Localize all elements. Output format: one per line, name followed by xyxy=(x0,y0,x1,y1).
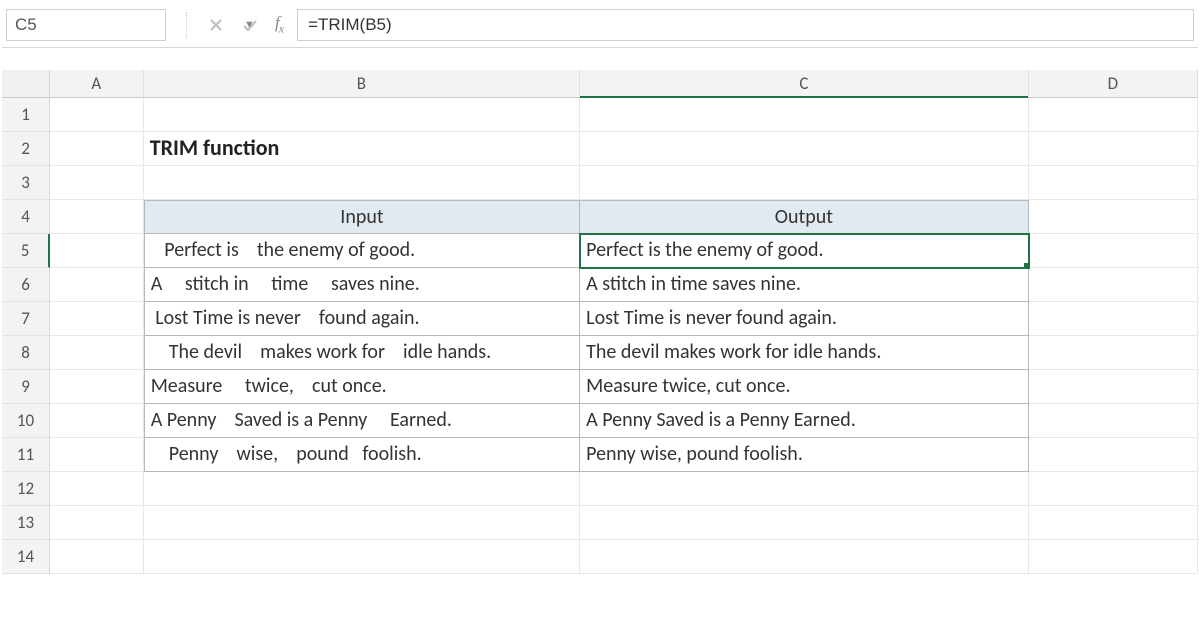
divider xyxy=(186,12,187,38)
table-cell-output[interactable]: Lost Time is never found again. xyxy=(580,302,1028,336)
cell[interactable] xyxy=(144,98,580,132)
column-header[interactable]: A xyxy=(50,70,144,98)
table-cell-input[interactable]: Measure twice, cut once. xyxy=(144,370,580,404)
cell-title[interactable]: TRIM function xyxy=(144,132,580,166)
column-header[interactable]: D xyxy=(1029,70,1198,98)
row-header-column: 1 2 3 4 5 6 7 8 9 10 11 12 13 14 xyxy=(2,70,50,574)
cell[interactable] xyxy=(144,472,580,506)
table-cell-output[interactable]: The devil makes work for idle hands. xyxy=(580,336,1028,370)
cell[interactable] xyxy=(50,438,144,472)
cell[interactable] xyxy=(1029,472,1198,506)
row-header[interactable]: 12 xyxy=(2,472,50,506)
cell[interactable] xyxy=(580,98,1028,132)
cell[interactable] xyxy=(50,132,144,166)
cell[interactable] xyxy=(50,98,144,132)
row-header[interactable]: 10 xyxy=(2,404,50,438)
cell[interactable] xyxy=(1029,268,1198,302)
spreadsheet-grid: 1 2 3 4 5 6 7 8 9 10 11 12 13 14 A B C D xyxy=(2,70,1198,574)
cell[interactable] xyxy=(1029,404,1198,438)
table-cell-output[interactable]: Measure twice, cut once. xyxy=(580,370,1028,404)
table-cell-input[interactable]: Lost Time is never found again. xyxy=(144,302,580,336)
cell[interactable] xyxy=(1029,234,1198,268)
row-header[interactable]: 13 xyxy=(2,506,50,540)
cell[interactable] xyxy=(1029,132,1198,166)
row-header[interactable]: 5 xyxy=(2,234,50,268)
cell[interactable] xyxy=(580,472,1028,506)
row-header[interactable]: 6 xyxy=(2,268,50,302)
table-header-input[interactable]: Input xyxy=(144,200,580,234)
cell[interactable] xyxy=(50,234,144,268)
cell-text: A stitch in time saves nine. xyxy=(151,268,420,300)
table-cell-output[interactable]: A stitch in time saves nine. xyxy=(580,268,1028,302)
name-box[interactable]: ▼ xyxy=(6,9,166,41)
cell[interactable] xyxy=(580,132,1028,166)
cell-text: Perfect is the enemy of good. xyxy=(151,234,416,266)
cell[interactable] xyxy=(50,302,144,336)
row-header[interactable]: 7 xyxy=(2,302,50,336)
cell[interactable] xyxy=(50,370,144,404)
cell-text: Penny wise, pound foolish. xyxy=(151,438,422,470)
cell-text: Measure twice, cut once. xyxy=(151,370,387,402)
cell[interactable] xyxy=(50,404,144,438)
row-header[interactable]: 8 xyxy=(2,336,50,370)
cell[interactable] xyxy=(1029,370,1198,404)
cell[interactable] xyxy=(50,200,144,234)
column-header[interactable]: B xyxy=(144,70,580,98)
row-header[interactable]: 9 xyxy=(2,370,50,404)
cell-text: The devil makes work for idle hands. xyxy=(151,336,491,368)
cell[interactable] xyxy=(580,506,1028,540)
row-header[interactable]: 1 xyxy=(2,98,50,132)
insert-function-icon[interactable]: fx xyxy=(275,13,283,36)
table-cell-output[interactable]: A Penny Saved is a Penny Earned. xyxy=(580,404,1028,438)
table-cell-input[interactable]: The devil makes work for idle hands. xyxy=(144,336,580,370)
cell[interactable] xyxy=(144,166,580,200)
cell[interactable] xyxy=(1029,98,1198,132)
table-cell-input[interactable]: Perfect is the enemy of good. xyxy=(144,234,580,268)
row-header[interactable]: 4 xyxy=(2,200,50,234)
cell[interactable] xyxy=(50,336,144,370)
cell[interactable] xyxy=(1029,200,1198,234)
table-cell-input[interactable]: Penny wise, pound foolish. xyxy=(144,438,580,472)
cell[interactable] xyxy=(144,540,580,574)
cell[interactable] xyxy=(144,506,580,540)
cell[interactable] xyxy=(1029,540,1198,574)
cell[interactable] xyxy=(50,540,144,574)
column-header-row: A B C D xyxy=(50,70,1198,98)
cell-text: A Penny Saved is a Penny Earned. xyxy=(151,404,452,436)
title-text: TRIM function xyxy=(150,134,280,161)
cell[interactable] xyxy=(50,472,144,506)
table-cell-output[interactable]: Penny wise, pound foolish. xyxy=(580,438,1028,472)
table-cell-input[interactable]: A Penny Saved is a Penny Earned. xyxy=(144,404,580,438)
row-header[interactable]: 11 xyxy=(2,438,50,472)
cell[interactable] xyxy=(1029,506,1198,540)
cell[interactable] xyxy=(1029,166,1198,200)
cell[interactable] xyxy=(50,268,144,302)
cell[interactable] xyxy=(1029,438,1198,472)
cell[interactable] xyxy=(1029,302,1198,336)
column-header[interactable]: C xyxy=(580,70,1028,98)
select-all-corner[interactable] xyxy=(2,70,50,98)
table-cell-input[interactable]: A stitch in time saves nine. xyxy=(144,268,580,302)
formula-bar: ▼ fx xyxy=(2,2,1198,48)
cell[interactable] xyxy=(50,506,144,540)
enter-icon[interactable] xyxy=(237,10,263,40)
cell[interactable] xyxy=(580,540,1028,574)
cancel-icon[interactable] xyxy=(203,10,229,40)
cell[interactable] xyxy=(580,166,1028,200)
table-header-output[interactable]: Output xyxy=(580,200,1028,234)
table-cell-output[interactable]: Perfect is the enemy of good. xyxy=(580,234,1028,268)
row-header[interactable]: 3 xyxy=(2,166,50,200)
cell[interactable] xyxy=(50,166,144,200)
cell[interactable] xyxy=(1029,336,1198,370)
row-header[interactable]: 2 xyxy=(2,132,50,166)
formula-input[interactable] xyxy=(297,9,1194,41)
row-header[interactable]: 14 xyxy=(2,540,50,574)
cell-text: Lost Time is never found again. xyxy=(151,302,420,334)
